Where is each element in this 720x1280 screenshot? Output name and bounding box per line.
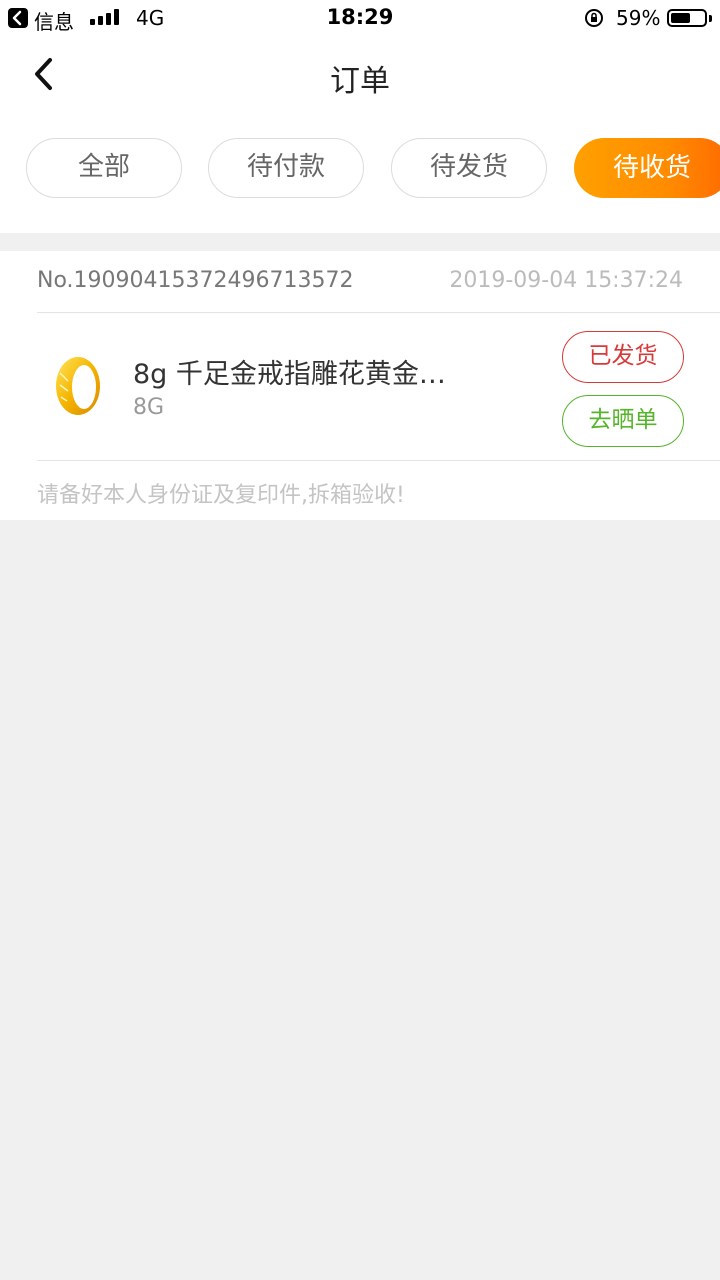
- divider: [37, 312, 720, 313]
- tab-all[interactable]: 全部: [26, 138, 182, 198]
- battery-cap: [709, 15, 712, 22]
- nav-bar: 订单: [0, 36, 720, 112]
- battery-icon: [667, 9, 707, 27]
- product-name[interactable]: 8g 千足金戒指雕花黄金…: [133, 352, 513, 391]
- product-spec: 8G: [133, 395, 165, 420]
- tab-pending-receipt[interactable]: 待收货: [574, 138, 720, 198]
- battery-percent: 59%: [616, 6, 661, 30]
- order-number: No.19090415372496713572: [37, 268, 354, 293]
- page-title: 订单: [330, 64, 390, 99]
- gold-ring-image[interactable]: [48, 351, 108, 421]
- tab-pending-shipment[interactable]: 待发货: [391, 138, 547, 198]
- shipped-status-button[interactable]: 已发货: [562, 331, 684, 383]
- status-bar: 信息 4G 18:29 59%: [0, 0, 720, 36]
- order-note: 请备好本人身份证及复印件,拆箱验收!: [37, 483, 405, 508]
- order-card[interactable]: No.19090415372496713572 2019-09-04 15:37…: [0, 251, 720, 520]
- clock: 18:29: [326, 5, 394, 29]
- tab-pending-payment[interactable]: 待付款: [208, 138, 364, 198]
- orientation-lock-icon: [584, 8, 604, 28]
- order-status-tabs: 全部 待付款 待发货 待收货: [0, 112, 720, 233]
- share-review-button[interactable]: 去晒单: [562, 395, 684, 447]
- order-date: 2019-09-04 15:37:24: [449, 268, 683, 293]
- battery-level: [671, 13, 690, 23]
- divider: [37, 460, 720, 461]
